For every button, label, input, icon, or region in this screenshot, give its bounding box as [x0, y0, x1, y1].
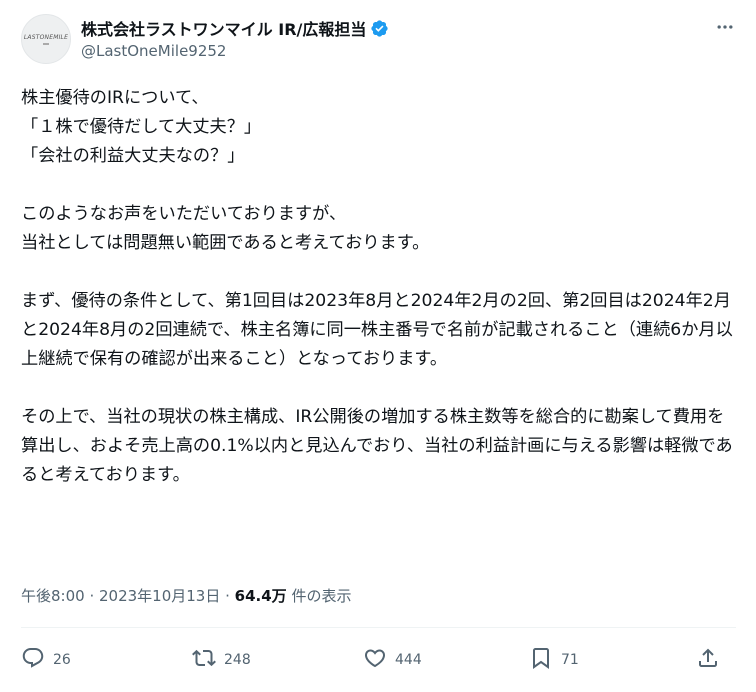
reply-icon [21, 646, 45, 674]
avatar-logo-text: LASTONEMILE [23, 33, 69, 41]
views-count[interactable]: 64.4万 [235, 587, 287, 605]
bookmark-button[interactable]: 71 [529, 642, 579, 678]
reply-button[interactable]: 26 [21, 642, 71, 678]
bookmark-count: 71 [561, 652, 579, 668]
display-name[interactable]: 株式会社ラストワンマイル IR/広報担当 [81, 16, 366, 40]
bookmark-icon [529, 646, 553, 674]
share-button[interactable] [696, 642, 720, 678]
views-label: 件の表示 [286, 587, 352, 605]
like-count: 444 [395, 652, 422, 668]
tweet-date[interactable]: 2023年10月13日 [99, 587, 220, 605]
action-bar: 26 248 444 71 [21, 642, 736, 678]
repost-count: 248 [224, 652, 251, 668]
user-handle[interactable]: @LastOneMile9252 [81, 42, 226, 60]
share-icon [696, 646, 720, 674]
repost-icon [192, 646, 216, 674]
meta-separator-2: · [220, 587, 235, 605]
tweet-meta: 午後8:00 · 2023年10月13日 · 64.4万 件の表示 [21, 585, 351, 606]
avatar-logo-mark [43, 42, 49, 45]
name-row: 株式会社ラストワンマイル IR/広報担当 [81, 16, 389, 40]
tweet-text: 株主優待のIRについて、 「１株で優待だして大丈夫？」 「会社の利益大丈夫なの？… [21, 88, 733, 485]
tweet-card: LASTONEMILE 株式会社ラストワンマイル IR/広報担当 @LastOn… [0, 0, 756, 692]
tweet-header: LASTONEMILE 株式会社ラストワンマイル IR/広報担当 @LastOn… [21, 12, 736, 74]
divider [21, 627, 736, 628]
tweet-time[interactable]: 午後8:00 [21, 587, 85, 605]
repost-button[interactable]: 248 [192, 642, 251, 678]
meta-separator: · [84, 587, 99, 605]
verified-badge-icon [370, 19, 389, 38]
avatar[interactable]: LASTONEMILE [21, 14, 71, 64]
like-button[interactable]: 444 [363, 642, 422, 678]
reply-count: 26 [53, 652, 71, 668]
more-icon[interactable] [714, 16, 736, 38]
like-icon [363, 646, 387, 674]
